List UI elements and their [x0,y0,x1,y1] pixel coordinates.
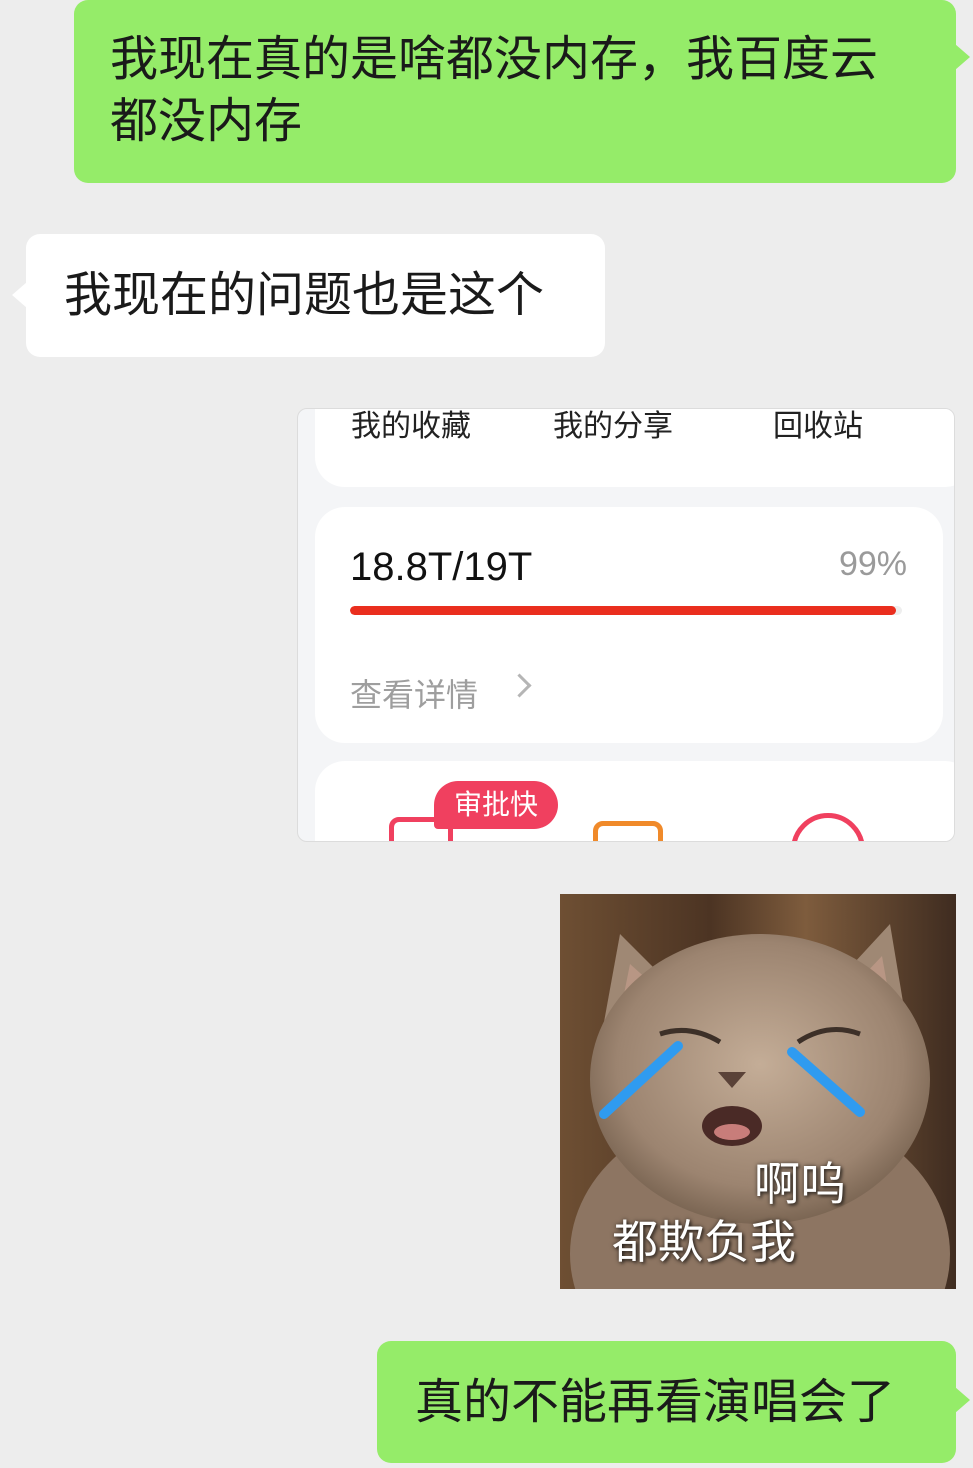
approval-badge: 审批快 [434,781,558,829]
storage-progress-fill [350,606,897,615]
tools-card [315,761,954,841]
storage-percent: 99% [838,545,907,583]
sticker-caption-line2: 都欺负我 [612,1215,796,1269]
chevron-right-icon [507,673,532,698]
view-details-link: 查看详情 [350,676,479,714]
screenshot-image-message[interactable]: 我的收藏 我的分享 回收站 18.8T/19T 99% 查看详情 审批快 [297,408,955,842]
quick-link-favorites: 我的收藏 [351,409,471,444]
sticker-caption-line1: 啊呜 [754,1157,846,1211]
message-text: 真的不能再看演唱会了 [415,1374,896,1430]
received-message-bubble[interactable]: 我现在的问题也是这个 [12,234,605,357]
crying-cat-sticker[interactable]: 啊呜 都欺负我 [560,894,956,1289]
bubble-tail [955,44,970,70]
bubble-tail [955,1387,970,1413]
storage-progress-bar [350,606,902,615]
quick-link-shares: 我的分享 [553,409,673,444]
storage-card: 18.8T/19T 99% 查看详情 [315,507,943,743]
storage-usage-text: 18.8T/19T [350,545,533,589]
bubble-tail [12,282,27,308]
sent-message-bubble[interactable]: 真的不能再看演唱会了 [377,1341,970,1463]
award-icon [791,813,865,841]
message-text: 我现在的问题也是这个 [64,267,545,323]
quick-link-recycle-bin: 回收站 [773,409,863,444]
sent-message-bubble[interactable]: 我现在真的是啥都没内存，我百度云都没内存 [74,0,970,183]
quick-links-card: 我的收藏 我的分享 回收站 [315,409,954,487]
briefcase-icon [593,821,663,841]
message-text: 我现在真的是啥都没内存，我百度云都没内存 [110,31,879,149]
